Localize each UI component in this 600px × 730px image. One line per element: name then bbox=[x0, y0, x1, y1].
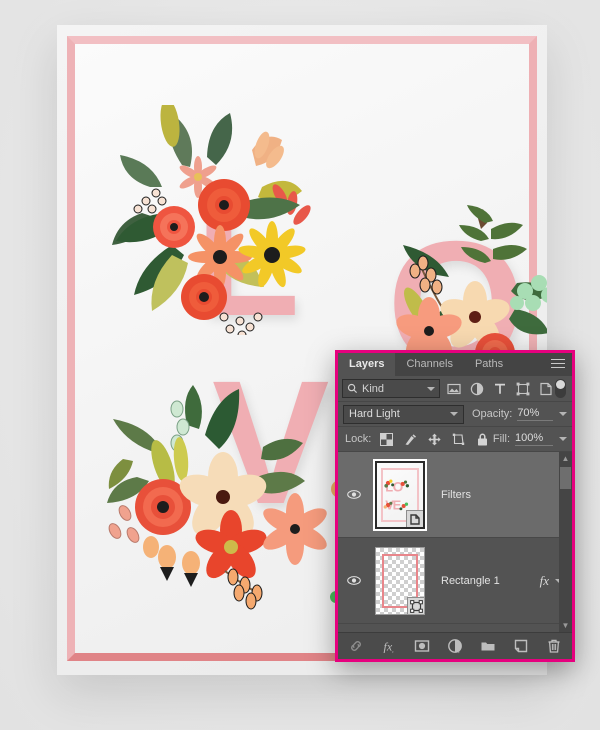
tab-channels[interactable]: Channels bbox=[395, 353, 464, 376]
shape-layer-badge-icon bbox=[407, 596, 424, 614]
opacity-chevron-down-icon[interactable] bbox=[559, 412, 567, 416]
lock-icons bbox=[380, 432, 489, 446]
opacity-label: Opacity: bbox=[471, 408, 513, 420]
layer-thumbnail-cell[interactable] bbox=[369, 546, 431, 615]
scroll-up-arrow-icon[interactable]: ▲ bbox=[559, 452, 572, 465]
lock-all-icon[interactable] bbox=[476, 433, 489, 446]
new-adjustment-layer-icon[interactable] bbox=[447, 638, 463, 654]
lock-transparent-pixels-icon[interactable] bbox=[380, 432, 394, 446]
filter-enable-toggle[interactable] bbox=[555, 379, 566, 398]
smart-object-badge-icon bbox=[406, 509, 423, 527]
lock-label: Lock: bbox=[345, 433, 372, 445]
filter-type-icons bbox=[447, 382, 553, 396]
eye-icon[interactable] bbox=[346, 576, 361, 585]
layer-thumbnail-cell[interactable]: O E L V bbox=[369, 458, 431, 531]
type-layer-filter-icon[interactable] bbox=[493, 382, 507, 396]
layer-list[interactable]: O E L V bbox=[338, 452, 572, 632]
scroll-down-arrow-icon[interactable]: ▼ bbox=[559, 619, 572, 632]
svg-text:E: E bbox=[393, 497, 402, 512]
bouquet-over-l bbox=[112, 105, 311, 335]
fill-label: Fill: bbox=[492, 433, 510, 445]
layers-panel[interactable]: Layers Channels Paths Kind Hard Light Op… bbox=[335, 350, 575, 662]
shape-layer-filter-icon[interactable] bbox=[516, 382, 530, 396]
blend-mode-value: Hard Light bbox=[349, 408, 400, 420]
layer-thumbnail-rectangle[interactable] bbox=[375, 546, 425, 615]
lock-artboard-nesting-icon[interactable] bbox=[452, 433, 465, 446]
fill-value[interactable]: 100% bbox=[515, 432, 553, 446]
layer-visibility-cell[interactable] bbox=[338, 490, 369, 499]
fx-icon[interactable]: fx bbox=[540, 573, 549, 589]
chevron-down-icon[interactable] bbox=[449, 412, 458, 416]
blend-mode-row: Hard Light Opacity: 70% bbox=[338, 402, 572, 427]
svg-text:fx: fx bbox=[384, 640, 393, 654]
add-layer-mask-icon[interactable] bbox=[414, 638, 430, 654]
smart-object-filter-icon[interactable] bbox=[539, 382, 553, 396]
table-row[interactable]: O E L V bbox=[338, 452, 572, 538]
svg-text:O: O bbox=[393, 479, 404, 494]
link-layers-icon[interactable] bbox=[348, 638, 364, 654]
layer-name: Rectangle 1 bbox=[441, 574, 500, 587]
scrollbar-thumb[interactable] bbox=[560, 467, 571, 489]
layers-panel-toolbar: fx bbox=[338, 632, 572, 659]
filter-kind-select[interactable]: Kind bbox=[342, 379, 440, 398]
new-layer-icon[interactable] bbox=[513, 638, 529, 654]
pixel-layer-filter-icon[interactable] bbox=[447, 382, 461, 396]
hamburger-menu-icon[interactable] bbox=[551, 359, 565, 370]
filter-kind-label: Kind bbox=[362, 382, 385, 395]
layer-filter-row: Kind bbox=[338, 376, 572, 402]
blend-mode-select[interactable]: Hard Light bbox=[343, 404, 464, 424]
table-row[interactable]: Rectangle 1 fx bbox=[338, 538, 572, 624]
new-group-icon[interactable] bbox=[480, 638, 496, 654]
adjustment-layer-filter-icon[interactable] bbox=[470, 382, 484, 396]
delete-layer-icon[interactable] bbox=[546, 638, 562, 654]
eye-icon[interactable] bbox=[346, 490, 361, 499]
tab-paths[interactable]: Paths bbox=[463, 353, 515, 376]
opacity-value[interactable]: 70% bbox=[517, 407, 553, 421]
layer-thumbnail-filters[interactable]: O E L V bbox=[373, 458, 427, 531]
layer-visibility-cell[interactable] bbox=[338, 576, 369, 585]
chevron-down-icon[interactable] bbox=[427, 386, 435, 391]
lock-image-pixels-icon[interactable] bbox=[404, 433, 417, 446]
panel-tab-bar: Layers Channels Paths bbox=[338, 353, 572, 376]
lock-row: Lock: Fill: 100% bbox=[338, 427, 572, 452]
tab-layers[interactable]: Layers bbox=[338, 353, 396, 376]
lock-position-icon[interactable] bbox=[428, 433, 441, 446]
add-layer-style-icon[interactable]: fx bbox=[381, 638, 397, 654]
layer-name: Filters bbox=[441, 488, 471, 501]
layer-list-scrollbar[interactable]: ▲ ▼ bbox=[559, 452, 572, 632]
fill-chevron-down-icon[interactable] bbox=[559, 437, 567, 441]
search-icon bbox=[347, 383, 358, 394]
